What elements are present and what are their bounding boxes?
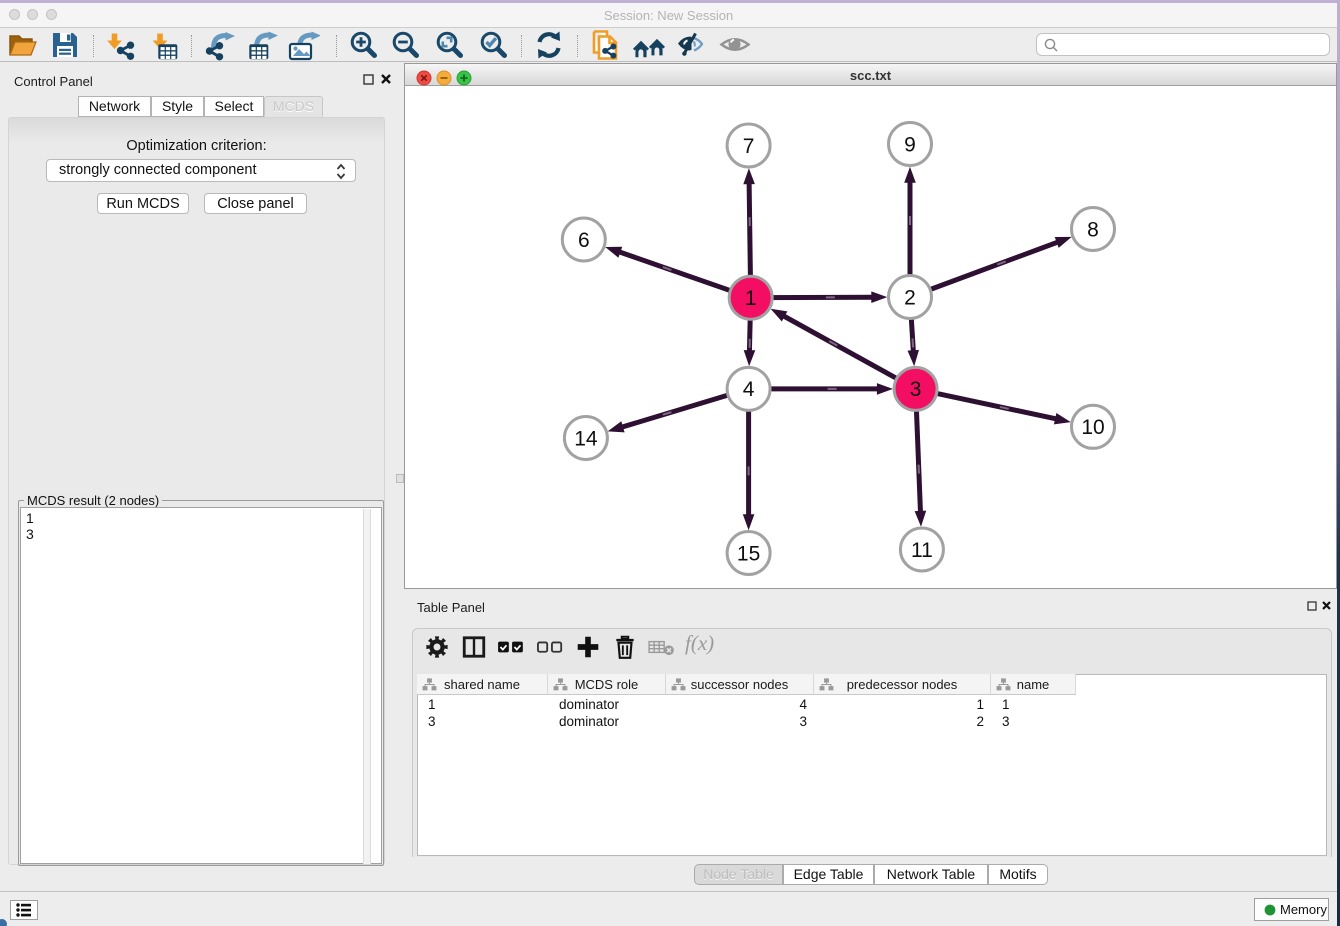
svg-text:7: 7: [743, 135, 755, 158]
svg-text:1: 1: [745, 287, 757, 310]
svg-text:2: 2: [904, 286, 916, 309]
svg-text:10: 10: [1081, 416, 1104, 439]
svg-text:14: 14: [574, 427, 598, 450]
svg-text:4: 4: [743, 378, 755, 401]
svg-text:11: 11: [911, 539, 933, 562]
svg-text:15: 15: [737, 542, 760, 565]
svg-text:6: 6: [578, 229, 590, 252]
svg-text:9: 9: [904, 133, 916, 156]
svg-text:8: 8: [1087, 218, 1099, 241]
svg-text:3: 3: [910, 378, 922, 401]
